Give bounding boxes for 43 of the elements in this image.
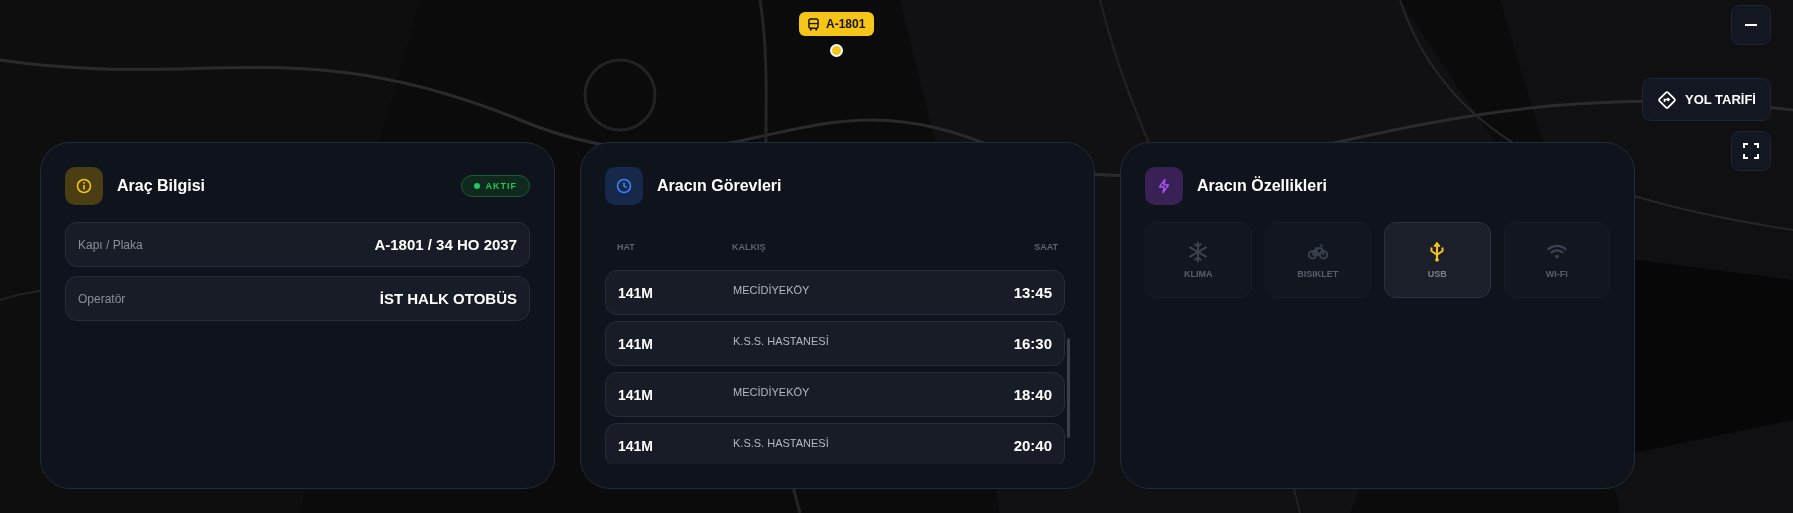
task-row[interactable]: 141M K.S.S. HASTANESİ 16:30 (605, 321, 1065, 366)
directions-icon (1656, 89, 1677, 110)
snowflake-icon (1187, 241, 1210, 263)
departure-cell-text: MECİDİYEKÖY (733, 283, 811, 296)
line-cell-text: 141M (618, 335, 655, 352)
line-cell-text: 141M (618, 284, 655, 301)
clock-icon (605, 167, 643, 205)
line-cell-text: 141M (618, 437, 655, 454)
fullscreen-button[interactable] (1731, 131, 1771, 171)
field-value: İST HALK OTOBÜS (379, 290, 517, 307)
directions-button[interactable]: YOL TARİFİ (1641, 78, 1771, 121)
time-cell-text: 20:40 (1012, 437, 1052, 454)
feature-label: USB (1427, 269, 1447, 279)
fullscreen-icon (1743, 143, 1759, 159)
vehicle-marker-label[interactable]: A-1801 (799, 12, 875, 36)
status-badge: AKTIF (460, 175, 530, 197)
card-title: Araç Bilgisi (117, 177, 207, 195)
feature-label: KLIMA (1184, 269, 1213, 279)
feature-label: WI-FI (1545, 269, 1568, 279)
scrollbar[interactable] (1067, 338, 1070, 438)
card-title: Aracın Özellikleri (1197, 177, 1328, 195)
column-header: HAT (617, 242, 636, 252)
card-title: Aracın Görevleri (657, 177, 783, 195)
field-value: A-1801 / 34 HO 2037 (374, 236, 517, 253)
column-header: SAAT (1033, 242, 1058, 252)
line-cell-text: 141M (618, 386, 655, 403)
column-header: KALKIŞ (732, 242, 767, 252)
time-cell-text: 13:45 (1012, 284, 1052, 301)
departure-cell-text: K.S.S. HASTANESİ (733, 436, 830, 449)
departure-cell-text: K.S.S. HASTANESİ (733, 334, 830, 347)
feature-label: BISIKLET (1297, 269, 1339, 279)
info-icon (65, 167, 103, 205)
minus-icon (1745, 24, 1757, 26)
time-cell-text: 18:40 (1012, 386, 1052, 403)
field-label: Kapı / Plaka (78, 237, 143, 252)
departure-cell-text: MECİDİYEKÖY (733, 385, 811, 398)
task-row[interactable]: 141M MECİDİYEKÖY 13:45 (605, 270, 1065, 315)
lightning-icon (1145, 167, 1183, 205)
bus-icon (808, 17, 819, 31)
time-cell-text: 16:30 (1012, 335, 1052, 352)
task-row[interactable]: 141M K.S.S. HASTANESİ 20:40 (605, 423, 1065, 464)
field-label: Operatör (78, 291, 126, 306)
task-row[interactable]: 141M MECİDİYEKÖY 18:40 (605, 372, 1065, 417)
